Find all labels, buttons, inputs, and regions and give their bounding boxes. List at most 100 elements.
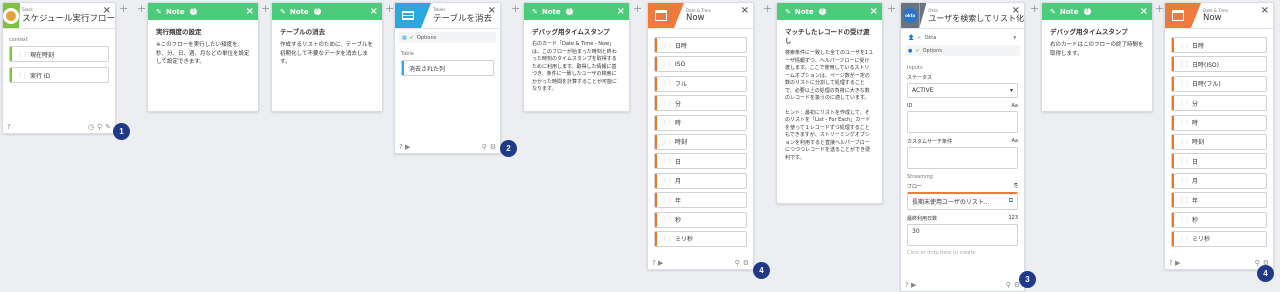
- output-field[interactable]: ⋮⋮ 日: [1171, 153, 1267, 170]
- add-card-icon[interactable]: +: [261, 3, 270, 14]
- add-card-icon[interactable]: +: [1030, 3, 1039, 14]
- output-field[interactable]: ⋮⋮ 月: [654, 172, 747, 189]
- close-icon[interactable]: ×: [741, 6, 749, 16]
- search-icon[interactable]: ⚲: [1255, 259, 1260, 267]
- close-icon[interactable]: ×: [870, 7, 878, 17]
- help-icon[interactable]: ?: [652, 259, 656, 267]
- close-icon[interactable]: ×: [370, 7, 378, 17]
- output-field[interactable]: ⋮⋮ 年: [654, 192, 747, 209]
- external-link-icon[interactable]: ⧉: [1009, 197, 1013, 206]
- info-icon[interactable]: ?: [189, 8, 197, 15]
- info-icon[interactable]: ?: [818, 8, 826, 15]
- play-icon[interactable]: ▶: [1175, 259, 1180, 267]
- search-condition-input[interactable]: [907, 147, 1018, 169]
- gear-icon[interactable]: ⚙: [743, 259, 749, 267]
- drag-handle-icon[interactable]: ⋮⋮: [662, 197, 673, 204]
- play-icon[interactable]: ▶: [658, 259, 663, 267]
- output-field[interactable]: ⋮⋮ 実行 ID: [9, 67, 109, 83]
- drag-handle-icon[interactable]: ⋮⋮: [1179, 80, 1190, 87]
- drag-handle-icon[interactable]: ⋮⋮: [1179, 100, 1190, 107]
- info-icon[interactable]: ?: [313, 8, 321, 15]
- drag-handle-icon[interactable]: ⋮⋮: [662, 42, 673, 49]
- close-icon[interactable]: ×: [103, 6, 111, 16]
- drag-handle-icon[interactable]: ⋮⋮: [1179, 216, 1190, 223]
- output-field[interactable]: ⋮⋮ 時刻: [654, 133, 747, 150]
- search-icon[interactable]: ⚲: [97, 123, 102, 131]
- add-card-icon[interactable]: +: [137, 3, 146, 14]
- add-card-icon[interactable]: +: [763, 3, 772, 14]
- options-bar[interactable]: ▦ ✔ Options: [399, 32, 496, 43]
- edit-icon[interactable]: ✎: [105, 123, 111, 131]
- drop-zone[interactable]: Click or drop here to create: [901, 250, 1024, 256]
- output-field[interactable]: ⋮⋮ 日時: [1171, 37, 1267, 53]
- note-card[interactable]: ✎ Note? × デバッグ用タイムスタンプ 右のカードはこのフローの終了時間を取得…: [1041, 2, 1153, 112]
- help-icon[interactable]: ?: [399, 143, 403, 151]
- drag-handle-icon[interactable]: ⋮⋮: [662, 100, 673, 107]
- card-tables-clear[interactable]: Tables テーブルを消去 × ▦ ✔ Options Table 消去された列 …: [394, 2, 501, 154]
- output-field[interactable]: ⋮⋮ 秒: [654, 211, 747, 228]
- drag-handle-icon[interactable]: ⋮⋮: [662, 80, 673, 87]
- options-bar[interactable]: ● ✔ Options: [905, 45, 1020, 56]
- close-icon[interactable]: ×: [617, 7, 625, 17]
- output-field[interactable]: ⋮⋮ 秒: [1171, 211, 1267, 228]
- drag-handle-icon[interactable]: ⋮⋮: [1179, 42, 1190, 49]
- add-card-icon[interactable]: +: [385, 3, 394, 14]
- output-field[interactable]: ⋮⋮ 日時: [654, 37, 747, 53]
- add-card-icon[interactable]: +: [887, 3, 896, 14]
- days-input[interactable]: 30: [907, 224, 1018, 246]
- output-field[interactable]: ⋮⋮ 現在時刻: [9, 46, 109, 62]
- search-icon[interactable]: ⚲: [482, 143, 487, 151]
- close-icon[interactable]: ×: [488, 6, 496, 16]
- drag-handle-icon[interactable]: ⋮⋮: [1179, 158, 1190, 165]
- gear-icon[interactable]: ⚙: [490, 143, 496, 151]
- output-field[interactable]: ⋮⋮ 時: [654, 114, 747, 131]
- card-datetime-now[interactable]: Date & Time Now × ⋮⋮ 日時 ⋮⋮ 日時(ISO) ⋮⋮ 日時(フル) ⋮…: [1164, 2, 1274, 270]
- drag-handle-icon[interactable]: ⋮⋮: [662, 177, 673, 184]
- info-icon[interactable]: ?: [1083, 8, 1091, 15]
- output-field[interactable]: ⋮⋮ 日時(フル): [1171, 75, 1267, 92]
- close-icon[interactable]: ×: [1261, 6, 1269, 16]
- drag-handle-icon[interactable]: ⋮⋮: [1179, 119, 1190, 126]
- output-field[interactable]: ⋮⋮ 分: [1171, 95, 1267, 112]
- close-icon[interactable]: ×: [246, 7, 254, 17]
- output-field[interactable]: ⋮⋮ ミリ秒: [1171, 230, 1267, 247]
- search-icon[interactable]: ⚲: [735, 259, 740, 267]
- clock-icon[interactable]: ◷: [88, 123, 94, 131]
- drag-handle-icon[interactable]: ⋮⋮: [662, 138, 673, 145]
- close-icon[interactable]: ×: [1012, 6, 1020, 16]
- add-card-icon[interactable]: +: [1155, 3, 1164, 14]
- help-icon[interactable]: ?: [1169, 259, 1173, 267]
- output-field[interactable]: ⋮⋮ 分: [654, 95, 747, 112]
- note-card[interactable]: ✎ Note? × テーブルの消去 作成するリストのために、テーブルを初期化して不要…: [271, 2, 383, 112]
- note-card[interactable]: ✎ Note? × 実行頻度の設定 ※このフローを実行したい頻度を、秒、分、日、週、…: [147, 2, 259, 112]
- add-card-icon[interactable]: +: [511, 3, 520, 14]
- drag-handle-icon[interactable]: ⋮⋮: [662, 235, 673, 242]
- flow-input[interactable]: 長期未使用ユーザのリスト... ⧉: [907, 192, 1018, 210]
- help-icon[interactable]: ?: [7, 123, 11, 131]
- drag-handle-icon[interactable]: ⋮⋮: [1179, 61, 1190, 68]
- drag-handle-icon[interactable]: ⋮⋮: [662, 61, 673, 68]
- input-field[interactable]: 消去された列: [401, 60, 494, 76]
- drag-handle-icon[interactable]: ⋮⋮: [662, 119, 673, 126]
- drag-handle-icon[interactable]: ⋮⋮: [1179, 197, 1190, 204]
- status-select[interactable]: ACTIVE ▾: [907, 83, 1018, 98]
- info-icon[interactable]: ?: [565, 8, 573, 15]
- card-scheduled-flow[interactable]: Slack スケジュール実行フロー × context ⋮⋮ 現在時刻 ⋮⋮ 実行 …: [2, 2, 116, 134]
- drag-handle-icon[interactable]: ⋮⋮: [1179, 138, 1190, 145]
- drag-handle-icon[interactable]: ⋮⋮: [1179, 177, 1190, 184]
- close-icon[interactable]: ×: [1140, 7, 1148, 17]
- play-icon[interactable]: ▶: [405, 143, 410, 151]
- drag-handle-icon[interactable]: ⋮⋮: [662, 158, 673, 165]
- id-input[interactable]: [907, 111, 1018, 133]
- add-card-icon[interactable]: +: [119, 3, 128, 14]
- card-okta-search-users[interactable]: okta Okta ユーザを検索してリスト化 × 👤 ✔ Okta ▾ ● ✔ Optio…: [900, 2, 1025, 292]
- note-card[interactable]: ✎ Note? × デバッグ用タイムスタンプ 右のカード「Date & Time -…: [523, 2, 630, 112]
- output-field[interactable]: ⋮⋮ 時刻: [1171, 133, 1267, 150]
- drag-handle-icon[interactable]: ⋮⋮: [1179, 235, 1190, 242]
- output-field[interactable]: ⋮⋮ 年: [1171, 192, 1267, 209]
- output-field[interactable]: ⋮⋮ ISO: [654, 56, 747, 73]
- output-field[interactable]: ⋮⋮ 月: [1171, 172, 1267, 189]
- output-field[interactable]: ⋮⋮ 時: [1171, 114, 1267, 131]
- output-field[interactable]: ⋮⋮ フル: [654, 75, 747, 92]
- output-field[interactable]: ⋮⋮ 日時(ISO): [1171, 56, 1267, 73]
